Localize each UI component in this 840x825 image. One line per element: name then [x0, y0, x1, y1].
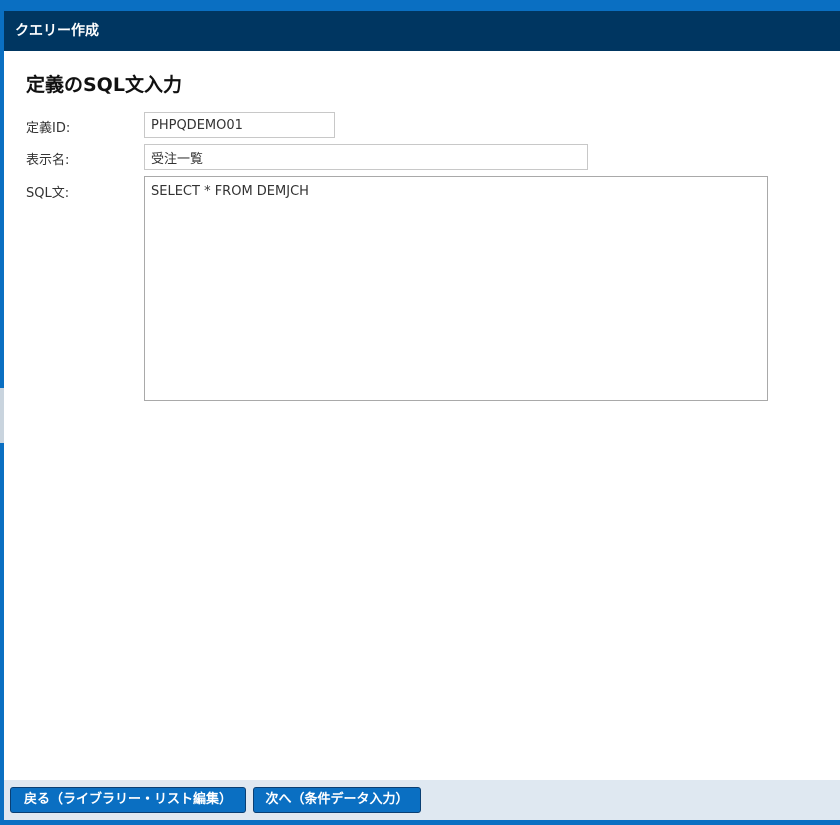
display-name-label: 表示名:	[26, 153, 70, 168]
sql-textarea[interactable]: SELECT * FROM DEMJCH	[144, 176, 768, 401]
footer-bar: 戻る（ライブラリー・リスト編集） 次へ（条件データ入力）	[4, 780, 840, 820]
page-title: 定義のSQL文入力	[26, 74, 182, 96]
main-content: 定義のSQL文入力 定義ID: 表示名: SQL文: SELECT * FROM…	[4, 51, 840, 780]
window-bottom-border	[0, 820, 840, 825]
window-title: クエリー作成	[4, 11, 840, 51]
definition-id-label: 定義ID:	[26, 121, 71, 136]
next-button[interactable]: 次へ（条件データ入力）	[253, 787, 421, 813]
definition-id-input[interactable]	[144, 112, 335, 138]
display-name-input[interactable]	[144, 144, 588, 170]
sql-label: SQL文:	[26, 186, 70, 201]
back-button[interactable]: 戻る（ライブラリー・リスト編集）	[10, 787, 246, 813]
